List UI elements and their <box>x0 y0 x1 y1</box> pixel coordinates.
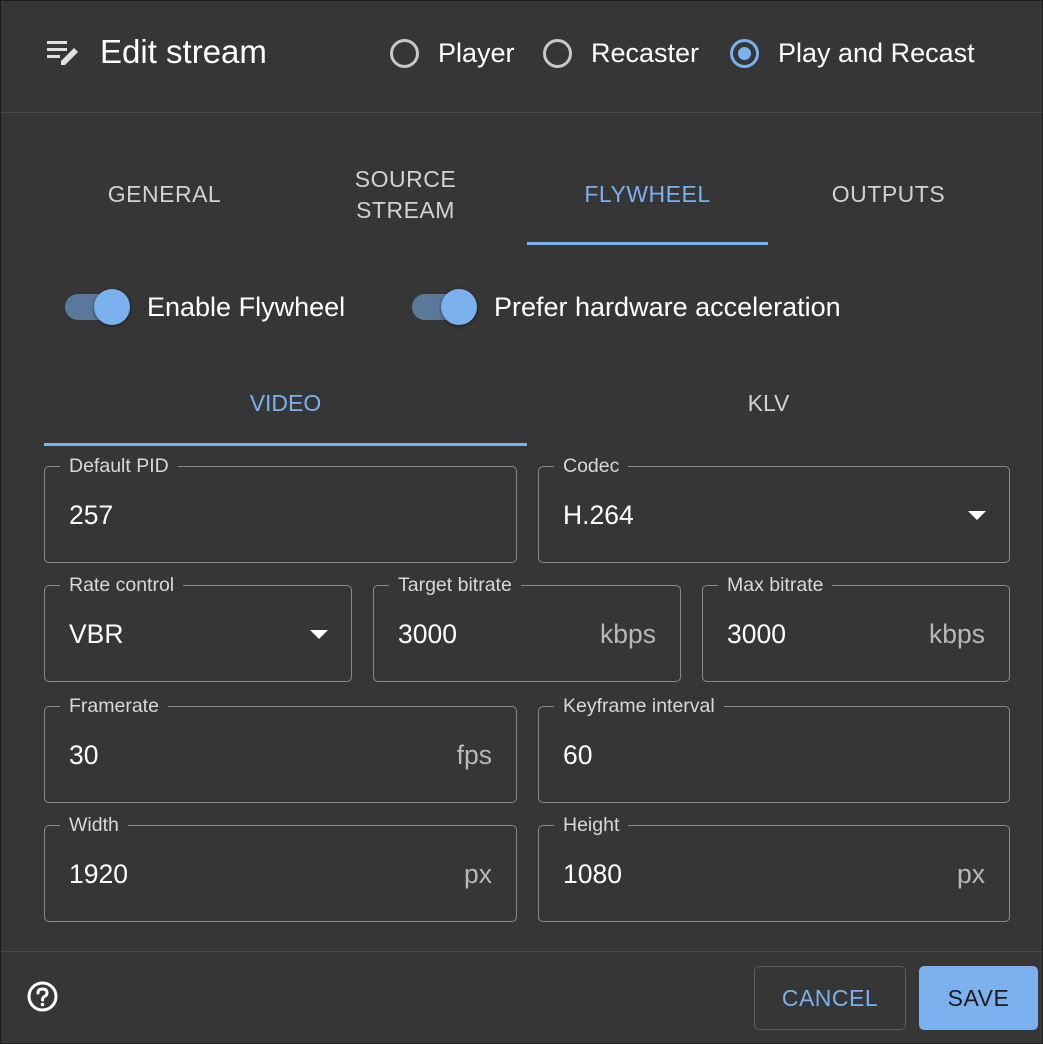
field-suffix: kbps <box>600 619 656 649</box>
field-suffix: px <box>957 859 985 889</box>
field-label: Codec <box>554 455 629 477</box>
field-value[interactable]: 1920 <box>69 858 128 890</box>
switch-thumb[interactable] <box>94 289 130 325</box>
toggle-label: Prefer hardware acceleration <box>494 291 841 322</box>
tab-label: SOURCE STREAM <box>354 165 457 223</box>
edit-stream-dialog: Edit stream Player Recaster Play and Rec… <box>0 0 1043 1044</box>
field-value[interactable]: 3000 <box>398 618 457 650</box>
radio-player[interactable]: Player <box>390 33 515 73</box>
help-circle-icon[interactable] <box>27 981 58 1012</box>
dialog-footer: CANCEL SAVE <box>1 951 1042 1043</box>
field-value[interactable]: 3000 <box>727 618 786 650</box>
switch-track[interactable] <box>65 289 130 325</box>
cancel-button[interactable]: CANCEL <box>754 966 906 1030</box>
switch-track[interactable] <box>412 289 477 325</box>
radio-unchecked-icon[interactable] <box>543 38 572 68</box>
field-suffix: px <box>464 859 492 889</box>
dialog-header: Edit stream Player Recaster Play and Rec… <box>1 1 1042 113</box>
width-field[interactable]: Width 1920 px <box>44 814 517 922</box>
tab-flywheel[interactable]: FLYWHEEL <box>527 146 768 245</box>
tab-general[interactable]: GENERAL <box>44 146 285 243</box>
field-label: Framerate <box>60 695 168 717</box>
dropdown-arrow-icon[interactable] <box>968 511 986 520</box>
subtab-video[interactable]: VIDEO <box>44 363 527 446</box>
radio-label: Recaster <box>591 37 700 68</box>
toggle-label: Enable Flywheel <box>147 291 346 322</box>
radio-checked-icon[interactable] <box>730 38 759 68</box>
field-label: Default PID <box>60 455 178 477</box>
tab-source-stream[interactable]: SOURCE STREAM <box>285 146 526 243</box>
main-tabs: GENERAL SOURCE STREAM FLYWHEEL OUTPUTS <box>44 146 1010 246</box>
field-value[interactable]: VBR <box>69 618 124 650</box>
field-label: Width <box>60 814 128 836</box>
tab-outputs[interactable]: OUTPUTS <box>768 146 1009 243</box>
field-value[interactable]: 30 <box>69 739 98 771</box>
enable-flywheel-toggle[interactable]: Enable Flywheel <box>65 286 345 328</box>
target-bitrate-field[interactable]: Target bitrate 3000 kbps <box>373 574 681 682</box>
field-suffix: kbps <box>929 619 985 649</box>
field-value[interactable]: 1080 <box>563 858 622 890</box>
save-button[interactable]: SAVE <box>919 966 1038 1030</box>
radio-label: Player <box>438 37 515 68</box>
field-label: Keyframe interval <box>554 695 724 717</box>
field-value[interactable]: H.264 <box>563 499 634 531</box>
radio-label: Play and Recast <box>778 37 975 68</box>
dialog-title: Edit stream <box>100 33 267 70</box>
codec-select[interactable]: Codec H.264 <box>538 455 1010 563</box>
field-label: Height <box>554 814 629 836</box>
field-label: Rate control <box>60 574 184 596</box>
prefer-hardware-acceleration-toggle[interactable]: Prefer hardware acceleration <box>412 286 841 328</box>
keyframe-interval-field[interactable]: Keyframe interval 60 <box>538 695 1010 803</box>
height-field[interactable]: Height 1080 px <box>538 814 1010 922</box>
switch-thumb[interactable] <box>441 289 477 325</box>
rate-control-select[interactable]: Rate control VBR <box>44 574 352 682</box>
field-suffix: fps <box>456 740 492 770</box>
max-bitrate-field[interactable]: Max bitrate 3000 kbps <box>702 574 1010 682</box>
default-pid-field[interactable]: Default PID 257 <box>44 455 517 563</box>
edit-list-icon <box>47 41 78 65</box>
radio-play-and-recast[interactable]: Play and Recast <box>730 33 975 73</box>
field-label: Max bitrate <box>718 574 833 596</box>
subtab-klv[interactable]: KLV <box>527 363 1010 444</box>
radio-unchecked-icon[interactable] <box>390 38 419 68</box>
dropdown-arrow-icon[interactable] <box>310 630 328 639</box>
field-value[interactable]: 60 <box>563 739 592 771</box>
radio-recaster[interactable]: Recaster <box>543 33 699 73</box>
field-label: Target bitrate <box>389 574 521 596</box>
framerate-field[interactable]: Framerate 30 fps <box>44 695 517 803</box>
field-value[interactable]: 257 <box>69 499 113 531</box>
